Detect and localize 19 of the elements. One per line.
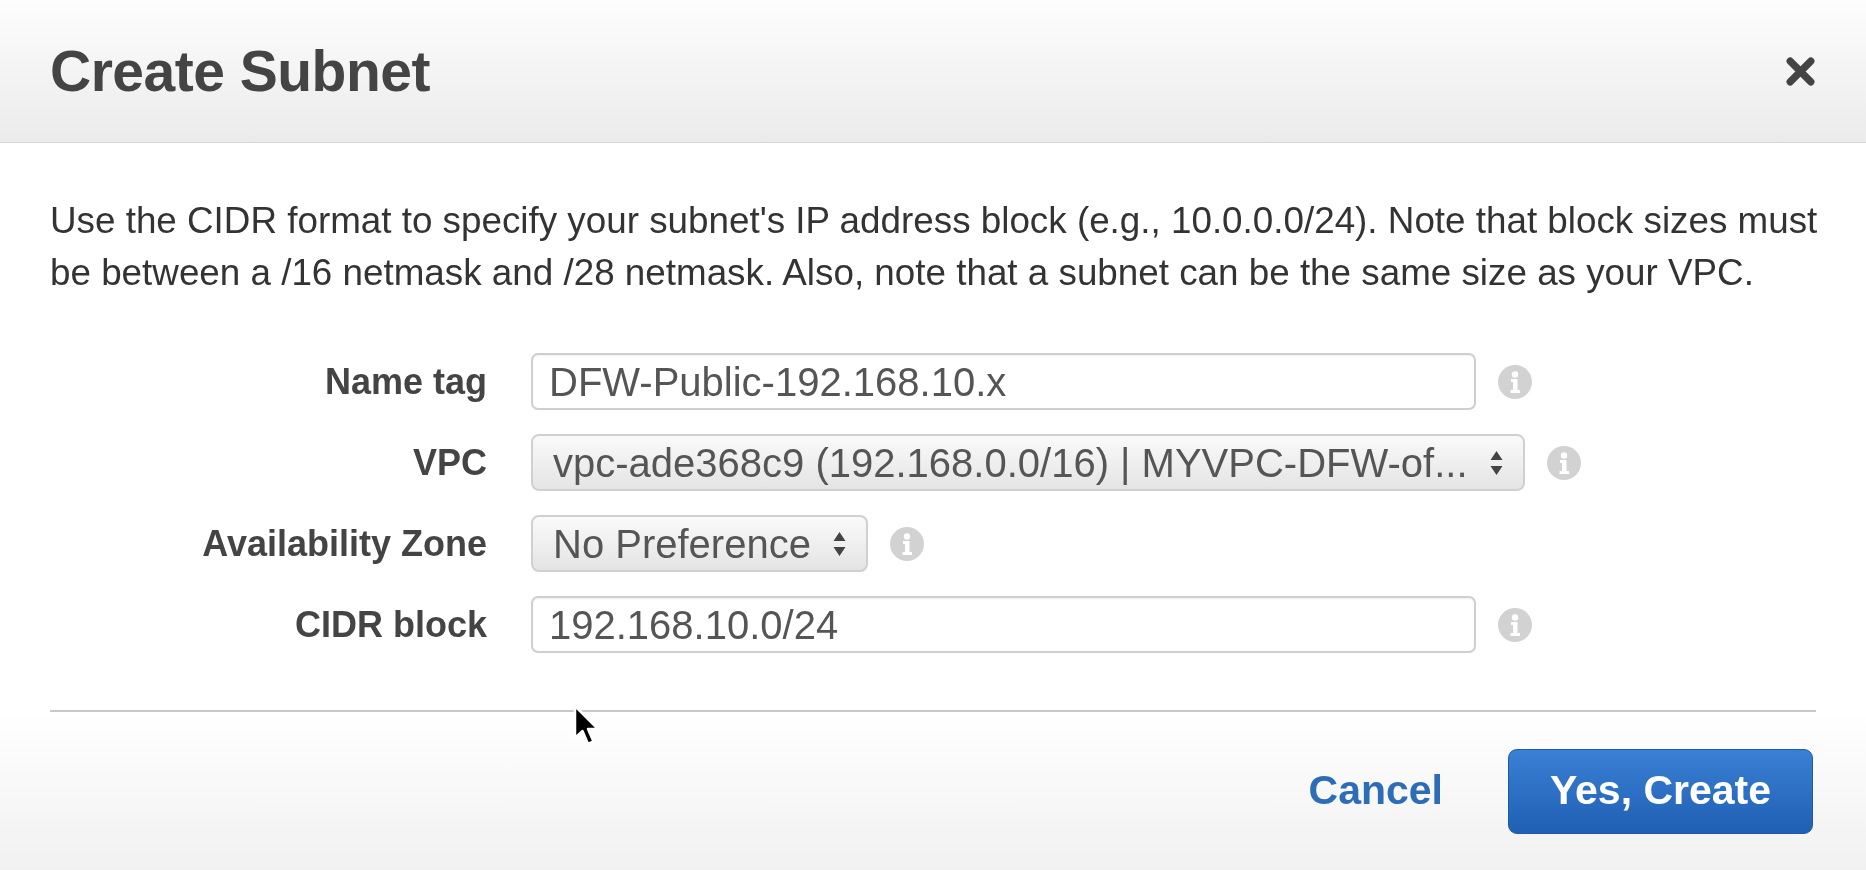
info-icon[interactable] — [889, 526, 924, 561]
text-input[interactable]: 192.168.10.0/24 — [531, 596, 1476, 653]
dropdown-select[interactable]: vpc-ade368c9 (192.168.0.0/16) | MYVPC-DFW-of... — [531, 434, 1525, 491]
up-down-arrows-icon — [832, 530, 846, 557]
field-label: Availability Zone — [201, 521, 487, 566]
field-label: Name tag — [323, 359, 487, 404]
up-down-arrows-icon — [1489, 449, 1503, 476]
close-icon[interactable] — [1785, 55, 1816, 87]
cancel-link[interactable]: Cancel — [1308, 760, 1443, 822]
info-icon[interactable] — [1498, 364, 1532, 399]
field-label: VPC — [411, 440, 487, 485]
field-label: CIDR block — [293, 602, 487, 647]
info-icon[interactable] — [1498, 607, 1532, 642]
create-button[interactable]: Yes, Create — [1508, 748, 1813, 834]
dialog-title: Create Subnet — [50, 37, 430, 105]
description-text: Use the CIDR format to specify your subnet's IP address block (e.g., 10.0.0.0/24). Note that block sizes must be between a /16 netmask and /28 netmask. Also, note that a subnet can be the same size as your VPC. — [50, 199, 1819, 295]
text-input[interactable]: DFW-Public-192.168.10.x — [531, 353, 1476, 410]
dropdown-select[interactable]: No Preference — [531, 515, 868, 572]
info-icon[interactable] — [1546, 445, 1581, 480]
